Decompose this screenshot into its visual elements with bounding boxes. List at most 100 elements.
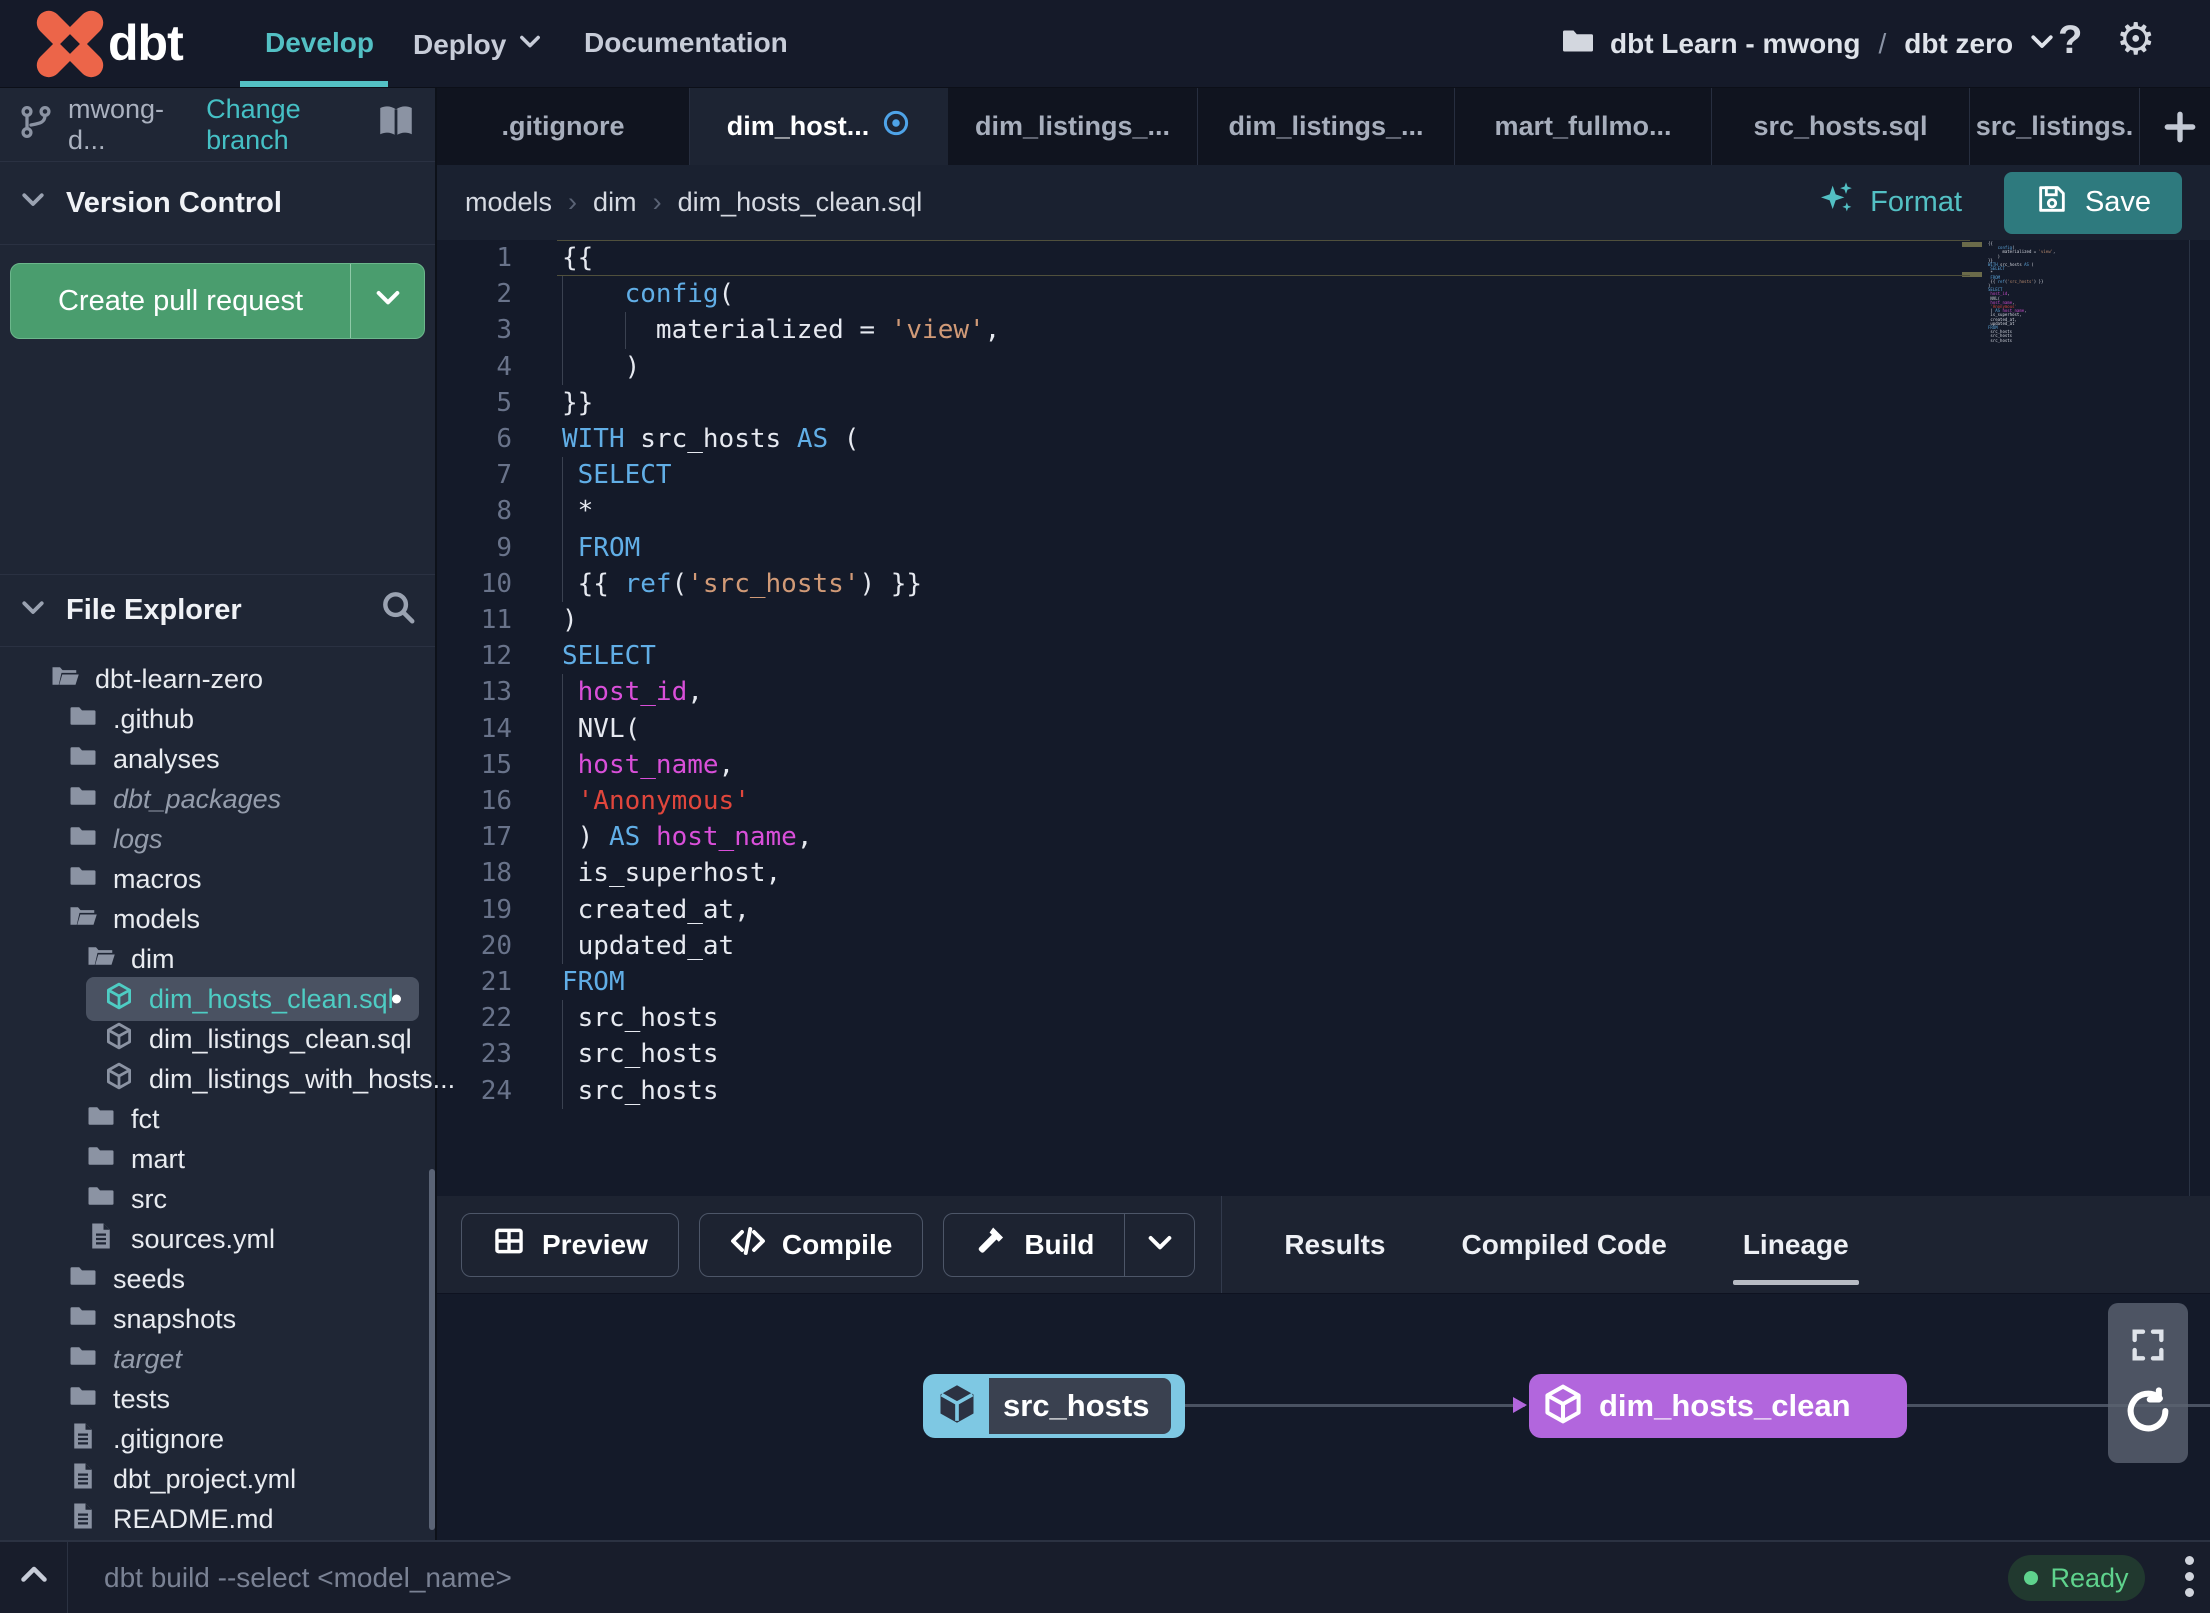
code-line-20[interactable]: 20 updated_at	[437, 927, 2210, 964]
git-branch-icon	[18, 104, 54, 145]
editor-tab-dim-listings-[interactable]: dim_listings_...	[948, 88, 1198, 165]
nav-deploy[interactable]: Deploy	[413, 27, 544, 62]
lineage-canvas[interactable]: src_hostsdim_hosts_cleandim_listings_wit…	[437, 1293, 2210, 1540]
create-pull-request-button[interactable]: Create pull request	[10, 263, 425, 339]
tree-item-src[interactable]: src	[0, 1179, 435, 1219]
editor-tab-src-listings-[interactable]: src_listings.	[1970, 88, 2140, 165]
code-line-3[interactable]: 3 materialized = 'view',	[437, 312, 2210, 349]
code-line-16[interactable]: 16 'Anonymous'	[437, 783, 2210, 820]
results-tab-results[interactable]: Results	[1246, 1196, 1423, 1293]
tree-item-dim-listings-clean-sql[interactable]: dim_listings_clean.sql	[0, 1019, 435, 1059]
tree-item-dim-hosts-clean-sql[interactable]: dim_hosts_clean.sql	[0, 977, 435, 1021]
code-line-21[interactable]: 21 FROM	[437, 964, 2210, 1000]
tree-item-dim[interactable]: dim	[0, 939, 435, 979]
new-tab-button[interactable]	[2150, 88, 2210, 165]
line-number: 3	[496, 315, 512, 346]
code-editor[interactable]: {{ config( materialized = 'view', )}} WIT…	[437, 240, 2210, 1196]
code-line-18[interactable]: 18 is_superhost,	[437, 855, 2210, 892]
code-line-1[interactable]: 1 {{	[437, 240, 2210, 277]
docs-book-icon[interactable]	[375, 101, 417, 148]
tree-item-seeds[interactable]: seeds	[0, 1259, 435, 1299]
code-line-12[interactable]: 12 SELECT	[437, 638, 2210, 674]
project-selector[interactable]: dbt Learn - mwong / dbt zero	[1560, 0, 2057, 88]
version-control-header[interactable]: Version Control	[0, 162, 435, 245]
code-line-11[interactable]: 11)	[437, 602, 2210, 638]
tree-item-dbt-learn-zero[interactable]: dbt-learn-zero	[0, 659, 435, 699]
save-button[interactable]: Save	[2004, 171, 2182, 234]
nav-develop[interactable]: Develop	[265, 27, 374, 59]
code-line-17[interactable]: 17 ) AS host_name,	[437, 819, 2210, 856]
tree-item-fct[interactable]: fct	[0, 1099, 435, 1139]
action-bar-divider	[1221, 1196, 1223, 1293]
dbt-logo-icon[interactable]	[31, 5, 109, 83]
file-explorer-header[interactable]: File Explorer	[0, 575, 435, 647]
sidebar-scrollbar[interactable]	[429, 1169, 435, 1530]
create-pr-dropdown-button[interactable]	[350, 264, 424, 338]
tree-item--gitignore[interactable]: .gitignore	[0, 1419, 435, 1459]
code-line-6[interactable]: 6 WITH src_hosts AS (	[437, 421, 2210, 457]
code-line-19[interactable]: 19 created_at,	[437, 891, 2210, 928]
tree-item-dim-listings-with-hosts-[interactable]: dim_listings_with_hosts...	[0, 1059, 455, 1099]
change-branch-link[interactable]: Change branch	[206, 94, 361, 156]
code-line-5[interactable]: 5}}	[437, 385, 2210, 421]
editor-tab-mart-fullmo-[interactable]: mart_fullmo...	[1455, 88, 1712, 165]
tree-item-dbt-packages[interactable]: dbt_packages	[0, 779, 435, 819]
code-line-4[interactable]: 4 )	[437, 348, 2210, 385]
search-icon[interactable]	[379, 588, 417, 634]
tree-item-readme-md[interactable]: README.md	[0, 1499, 435, 1539]
results-tab-lineage[interactable]: Lineage	[1705, 1196, 1887, 1293]
code-line-24[interactable]: 24 src_hosts	[437, 1072, 2210, 1109]
code-line-14[interactable]: 14 NVL(	[437, 710, 2210, 747]
code-line-23[interactable]: 23 src_hosts	[437, 1036, 2210, 1073]
lineage-node-label: src_hosts	[1003, 1388, 1150, 1423]
format-button[interactable]: Format	[1816, 179, 1962, 227]
chevron-down-icon	[516, 27, 544, 62]
editor-tab-dim-host-[interactable]: dim_host...	[690, 88, 948, 165]
refresh-icon[interactable]	[2122, 1385, 2174, 1442]
code-line-8[interactable]: 8 *	[437, 493, 2210, 530]
code-line-7[interactable]: 7 SELECT	[437, 457, 2210, 494]
kebab-menu-icon[interactable]	[2185, 1556, 2194, 1597]
line-number: 16	[480, 786, 512, 816]
build-dropdown-button[interactable]	[1124, 1213, 1194, 1276]
tree-item-target[interactable]: target	[0, 1339, 435, 1379]
code-line-10[interactable]: 10 {{ ref('src_hosts') }}	[437, 565, 2210, 602]
tree-item-mart[interactable]: mart	[0, 1139, 435, 1179]
tree-item-label: mart	[131, 1143, 185, 1174]
lineage-node-src-hosts[interactable]: src_hosts	[923, 1374, 1185, 1438]
tree-item-models[interactable]: models	[0, 899, 435, 939]
code-line-2[interactable]: 2 config(	[437, 276, 2210, 313]
breadcrumb-dim[interactable]: dim	[593, 187, 637, 218]
lineage-node-dim-hosts-clean[interactable]: dim_hosts_clean	[1529, 1374, 1907, 1438]
tree-item--github[interactable]: .github	[0, 699, 435, 739]
gear-icon[interactable]: ⚙	[2116, 14, 2155, 65]
code-line-13[interactable]: 13 host_id,	[437, 674, 2210, 711]
nav-documentation[interactable]: Documentation	[584, 27, 788, 59]
tree-item-label: fct	[131, 1103, 160, 1134]
folder-icon	[68, 1261, 98, 1298]
editor-tab--gitignore[interactable]: .gitignore	[437, 88, 690, 165]
results-tab-compiled-code[interactable]: Compiled Code	[1423, 1196, 1704, 1293]
tree-item-sources-yml[interactable]: sources.yml	[0, 1219, 435, 1259]
preview-button[interactable]: Preview	[461, 1212, 679, 1277]
tree-item-analyses[interactable]: analyses	[0, 739, 435, 779]
code-line-9[interactable]: 9 FROM	[437, 529, 2210, 566]
editor-tab-src-hosts-sql[interactable]: src_hosts.sql	[1712, 88, 1970, 165]
command-bar-expand-button[interactable]	[0, 1542, 68, 1613]
breadcrumb-models[interactable]: models	[465, 187, 552, 218]
tree-item-snapshots[interactable]: snapshots	[0, 1299, 435, 1339]
tree-item-dbt-project-yml[interactable]: dbt_project.yml	[0, 1459, 435, 1499]
compile-button[interactable]: Compile	[698, 1212, 924, 1277]
tree-item-macros[interactable]: macros	[0, 859, 435, 899]
tree-item-logs[interactable]: logs	[0, 819, 435, 859]
tree-item-label: sources.yml	[131, 1223, 276, 1254]
fullscreen-icon[interactable]	[2128, 1325, 2168, 1370]
breadcrumb-file: dim_hosts_clean.sql	[677, 187, 923, 217]
code-line-22[interactable]: 22 src_hosts	[437, 1000, 2210, 1037]
command-input[interactable]: dbt build --select <model_name>	[104, 1562, 512, 1594]
tree-item-tests[interactable]: tests	[0, 1379, 435, 1419]
editor-tab-dim-listings-[interactable]: dim_listings_...	[1198, 88, 1455, 165]
help-icon[interactable]: ?	[2058, 18, 2082, 63]
build-button[interactable]: Build	[944, 1214, 1124, 1276]
code-line-15[interactable]: 15 host_name,	[437, 746, 2210, 783]
